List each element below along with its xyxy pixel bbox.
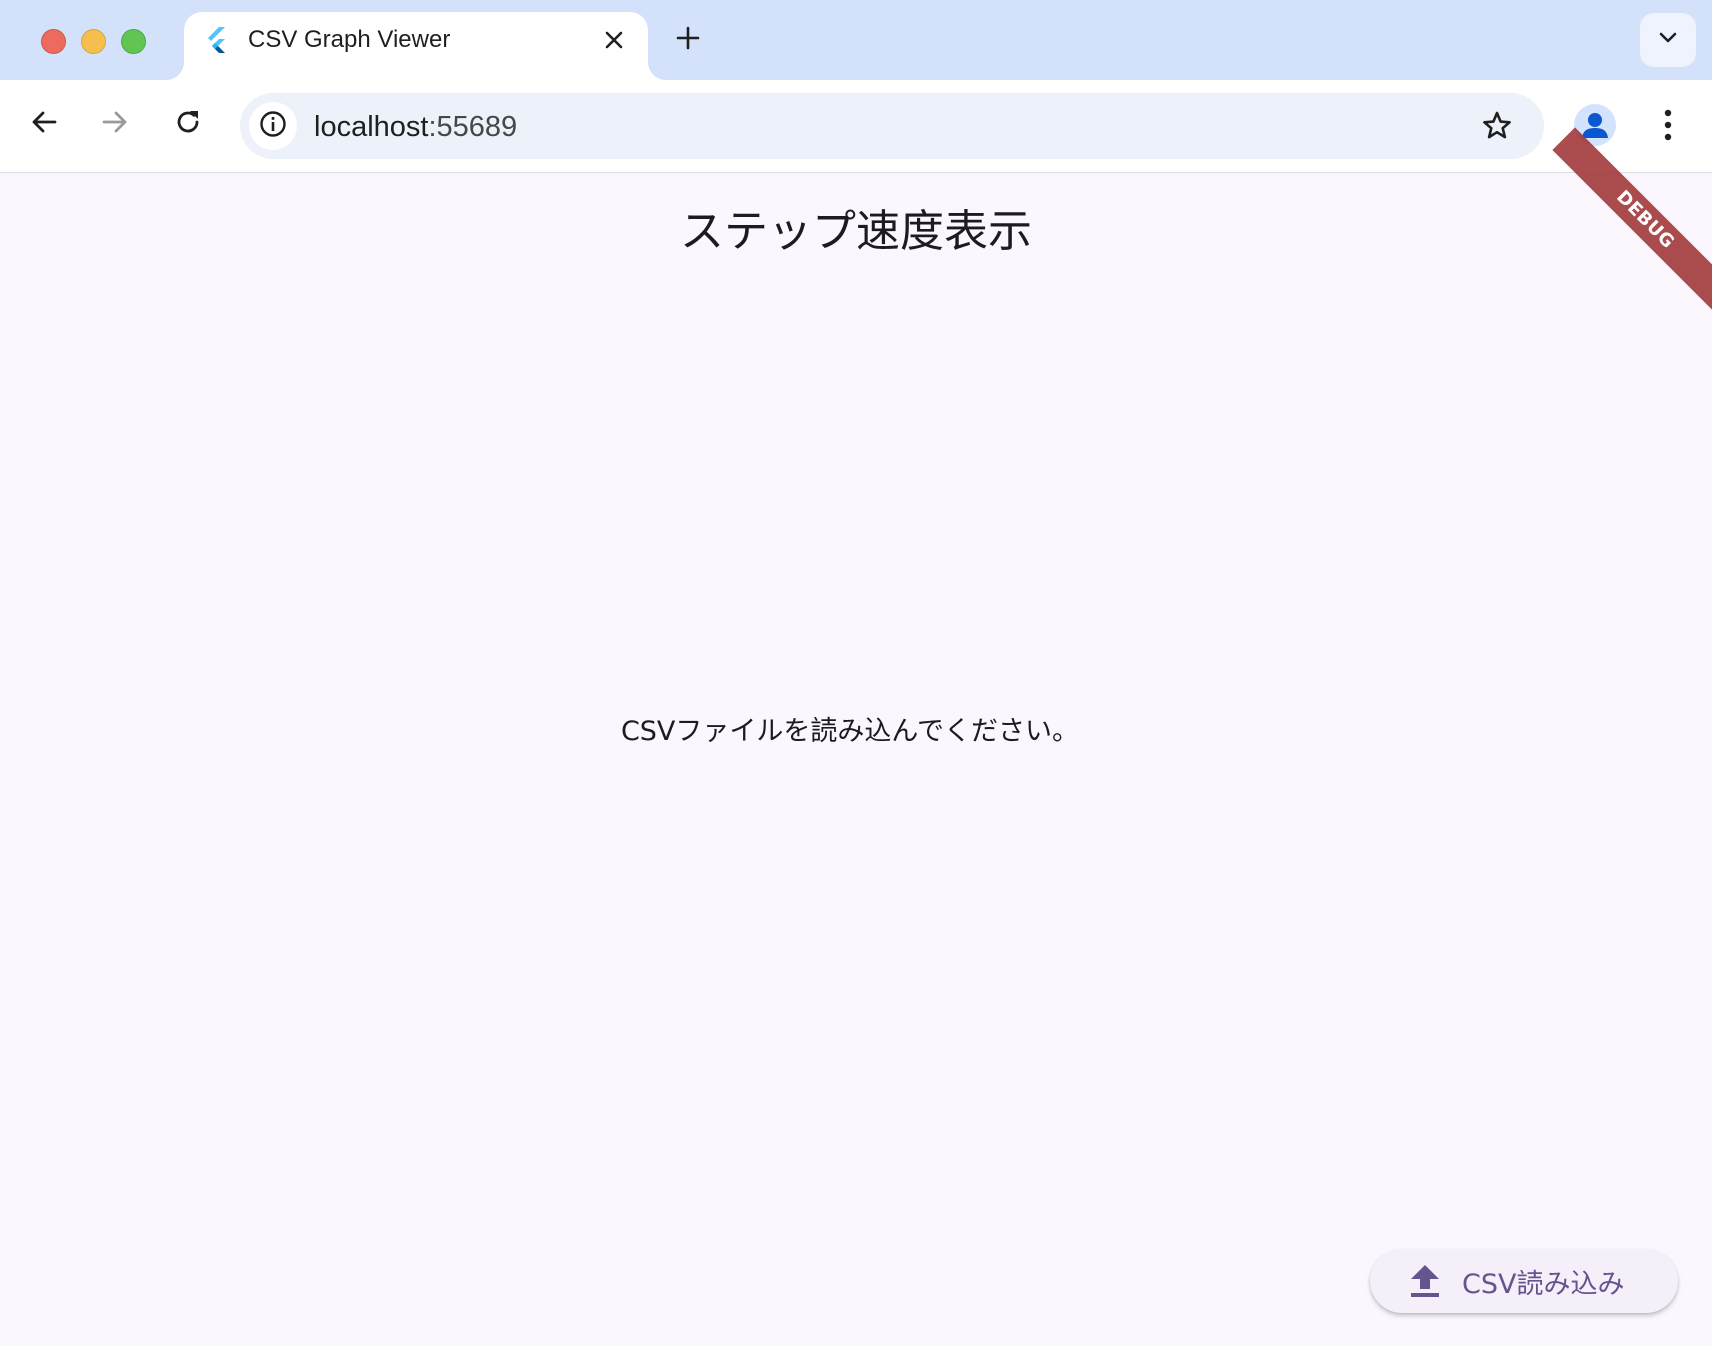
load-csv-label: CSV読み込み [1462, 1268, 1625, 1300]
plus-icon[interactable] [670, 20, 706, 56]
browser-window: CSV Graph Viewer localhost:55689 ステップ速度表… [0, 0, 1712, 1346]
upload-icon [1408, 1263, 1442, 1299]
tab-title: CSV Graph Viewer [248, 26, 451, 53]
app-viewport: ステップ速度表示 CSVファイルを読み込んでください。 DEBUG CSV読み込… [0, 127, 1712, 1346]
tab-strip: CSV Graph Viewer [0, 0, 1712, 80]
window-minimize-button[interactable] [81, 29, 106, 54]
browser-toolbar: localhost:55689 [0, 80, 1712, 173]
chevron-down-icon [1658, 31, 1678, 50]
tab-search-button[interactable] [1640, 13, 1696, 67]
address-bar[interactable]: localhost:55689 [240, 93, 1544, 159]
flutter-logo-icon [204, 26, 230, 54]
star-icon[interactable] [1478, 107, 1516, 145]
reload-icon [174, 108, 202, 141]
arrow-left-icon [30, 108, 58, 141]
load-csv-button[interactable]: CSV読み込み [1370, 1249, 1678, 1313]
reload-button[interactable] [166, 102, 210, 146]
empty-state-message: CSVファイルを読み込んでください。 [620, 716, 1080, 747]
forward-button[interactable] [93, 102, 137, 146]
back-button[interactable] [22, 102, 66, 146]
more-vert-icon[interactable] [1648, 102, 1688, 148]
close-icon[interactable] [600, 26, 628, 54]
site-info-button[interactable] [249, 102, 297, 150]
url-text[interactable]: localhost:55689 [314, 110, 517, 144]
url-host: localhost [314, 111, 429, 143]
page-title: ステップ速度表示 [680, 206, 1032, 257]
info-icon [259, 110, 287, 143]
window-close-button[interactable] [41, 29, 66, 54]
url-port: :55689 [428, 111, 518, 143]
tab-csv-graph-viewer[interactable]: CSV Graph Viewer [184, 12, 648, 80]
arrow-right-icon [101, 108, 129, 141]
window-zoom-button[interactable] [121, 29, 146, 54]
